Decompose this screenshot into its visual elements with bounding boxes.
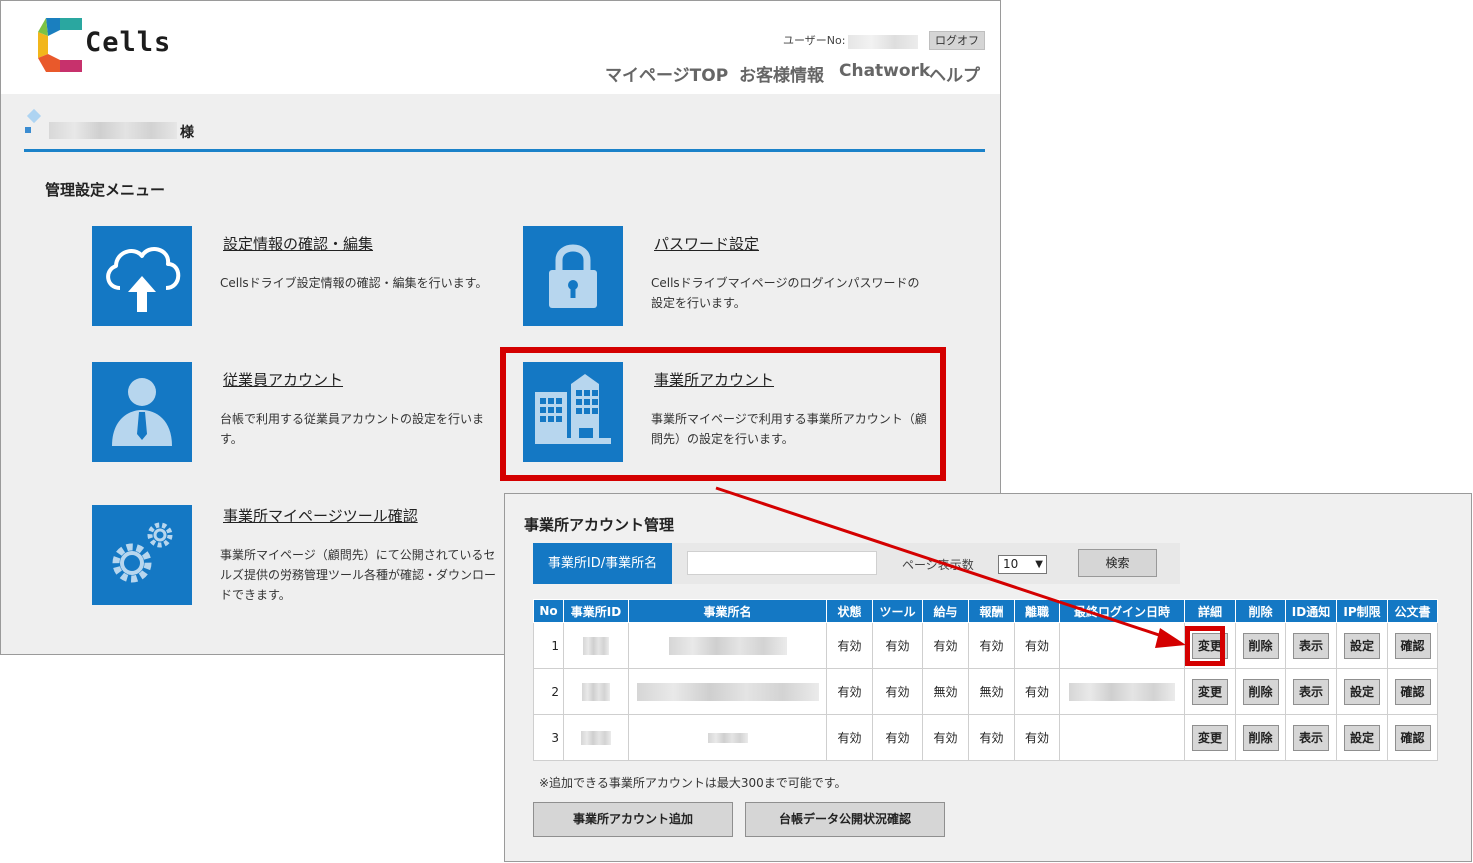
red-arrow-icon: [715, 486, 1186, 648]
